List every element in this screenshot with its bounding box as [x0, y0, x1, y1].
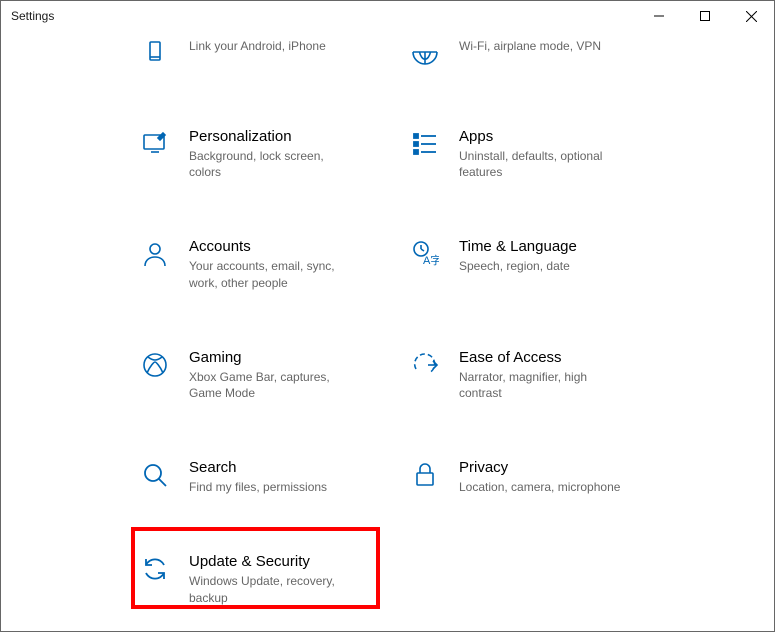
tile-personalization-title: Personalization — [189, 128, 409, 146]
tile-network[interactable]: Wi-Fi, airplane mode, VPN — [409, 38, 679, 70]
svg-text:A字: A字 — [423, 253, 439, 267]
globe-icon — [409, 38, 441, 70]
tile-accounts[interactable]: Accounts Your accounts, email, sync, wor… — [139, 238, 409, 290]
tile-ease[interactable]: Ease of Access Narrator, magnifier, high… — [409, 349, 679, 401]
tile-apps-title: Apps — [459, 128, 679, 146]
xbox-icon — [139, 349, 171, 381]
tile-apps-desc: Uninstall, defaults, optional features — [459, 148, 629, 180]
settings-window: Settings — [0, 0, 775, 632]
apps-icon — [409, 128, 441, 160]
minimize-button[interactable] — [636, 1, 682, 31]
window-title: Settings — [11, 9, 54, 23]
tile-privacy-desc: Location, camera, microphone — [459, 479, 629, 495]
empty-cell — [409, 553, 679, 605]
tile-personalization-desc: Background, lock screen, colors — [189, 148, 359, 180]
tile-time-desc: Speech, region, date — [459, 258, 629, 274]
paintbrush-icon — [139, 128, 171, 160]
tile-personalization[interactable]: Personalization Background, lock screen,… — [139, 128, 409, 180]
tile-search-desc: Find my files, permissions — [189, 479, 359, 495]
ease-of-access-icon — [409, 349, 441, 381]
titlebar: Settings — [1, 1, 774, 31]
tile-gaming-title: Gaming — [189, 349, 409, 367]
tile-update-security[interactable]: Update & Security Windows Update, recove… — [139, 553, 409, 605]
window-controls — [636, 1, 774, 31]
settings-content: Link your Android, iPhone Wi-Fi, airplan… — [1, 31, 774, 631]
tile-privacy-title: Privacy — [459, 459, 679, 477]
tile-gaming[interactable]: Gaming Xbox Game Bar, captures, Game Mod… — [139, 349, 409, 401]
tile-phone[interactable]: Link your Android, iPhone — [139, 38, 409, 70]
settings-grid: Link your Android, iPhone Wi-Fi, airplan… — [1, 31, 774, 606]
tile-search-title: Search — [189, 459, 409, 477]
tile-accounts-title: Accounts — [189, 238, 409, 256]
tile-phone-desc: Link your Android, iPhone — [189, 38, 359, 54]
tile-update-desc: Windows Update, recovery, backup — [189, 573, 359, 605]
tile-accounts-desc: Your accounts, email, sync, work, other … — [189, 258, 359, 290]
maximize-button[interactable] — [682, 1, 728, 31]
tile-privacy[interactable]: Privacy Location, camera, microphone — [409, 459, 679, 495]
tile-search[interactable]: Search Find my files, permissions — [139, 459, 409, 495]
tile-ease-title: Ease of Access — [459, 349, 679, 367]
search-icon — [139, 459, 171, 491]
tile-gaming-desc: Xbox Game Bar, captures, Game Mode — [189, 369, 359, 401]
close-button[interactable] — [728, 1, 774, 31]
tile-time-title: Time & Language — [459, 238, 679, 256]
person-icon — [139, 238, 171, 270]
tile-time[interactable]: A字 Time & Language Speech, region, date — [409, 238, 679, 290]
tile-ease-desc: Narrator, magnifier, high contrast — [459, 369, 629, 401]
tile-apps[interactable]: Apps Uninstall, defaults, optional featu… — [409, 128, 679, 180]
phone-icon — [139, 38, 171, 70]
tile-network-desc: Wi-Fi, airplane mode, VPN — [459, 38, 629, 54]
sync-icon — [139, 553, 171, 585]
time-language-icon: A字 — [409, 238, 441, 270]
lock-icon — [409, 459, 441, 491]
tile-update-title: Update & Security — [189, 553, 409, 571]
